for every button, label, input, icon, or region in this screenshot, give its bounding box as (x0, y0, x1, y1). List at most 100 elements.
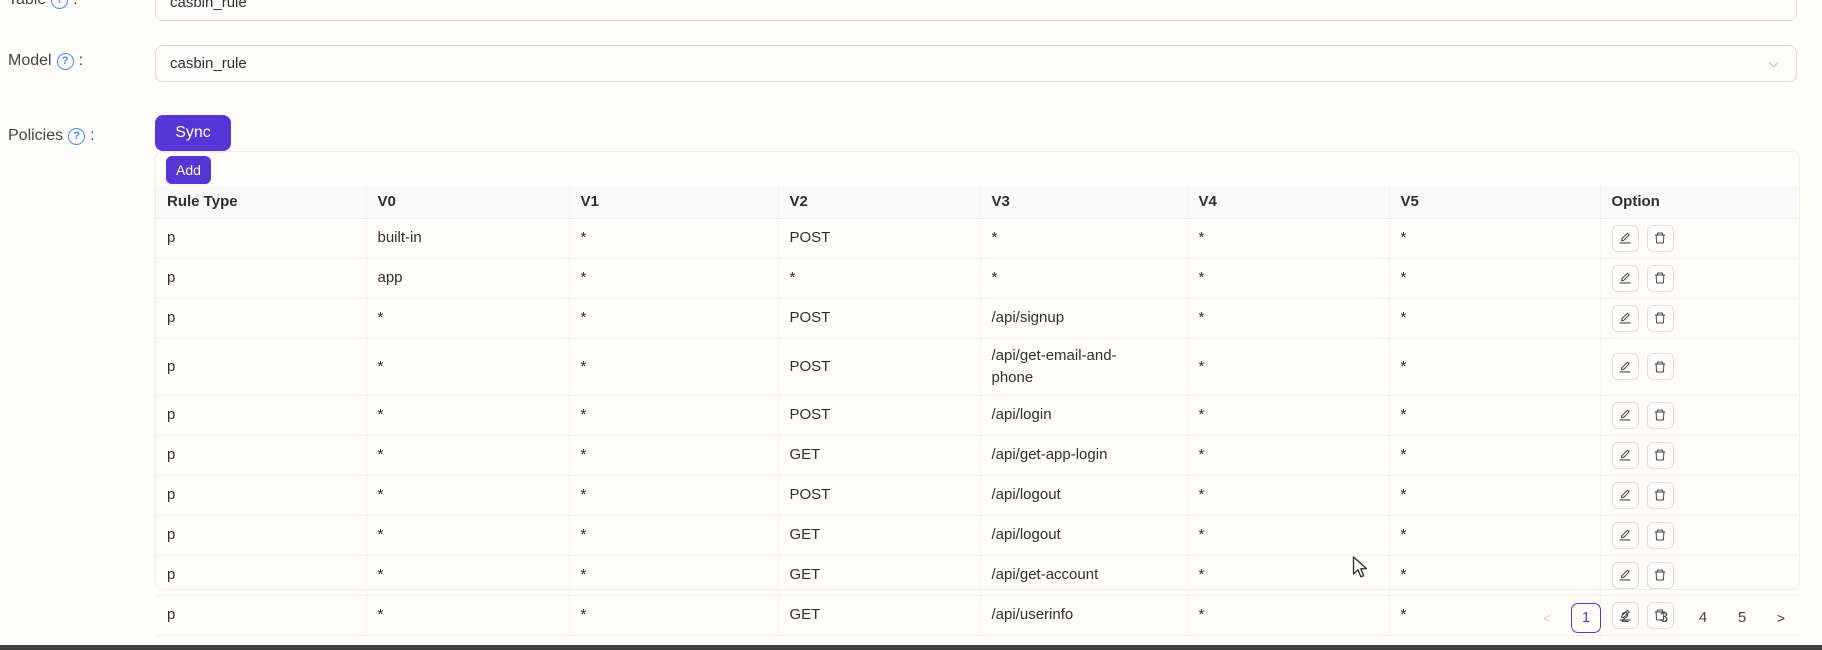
label-colon: : (90, 127, 94, 145)
delete-icon (1653, 271, 1667, 285)
column-header-option: Option (1600, 186, 1799, 218)
edit-button[interactable] (1612, 353, 1639, 380)
delete-button[interactable] (1647, 482, 1674, 509)
table-row: p**POST/api/login** (156, 395, 1799, 435)
table-row: papp***** (156, 258, 1799, 298)
help-icon[interactable]: ? (51, 0, 68, 9)
policy-table-header: Rule Type V0 V1 V2 V3 V4 V5 Option (156, 186, 1799, 218)
policy-cell: POST (778, 298, 980, 338)
pagination-next-button[interactable]: > (1766, 603, 1796, 633)
policy-cell: p (156, 218, 366, 258)
delete-button[interactable] (1647, 305, 1674, 332)
edit-button[interactable] (1612, 265, 1639, 292)
policy-cell: * (1389, 218, 1600, 258)
edit-button[interactable] (1612, 522, 1639, 549)
table-row: p**POST/api/signup** (156, 298, 1799, 338)
policy-cell: * (366, 595, 569, 635)
policy-cell: p (156, 595, 366, 635)
column-header-v0: V0 (366, 186, 569, 218)
model-select-value: casbin_rule (170, 55, 247, 72)
policy-cell: /api/signup (980, 298, 1187, 338)
delete-icon (1653, 231, 1667, 245)
delete-button[interactable] (1647, 225, 1674, 252)
edit-button[interactable] (1612, 402, 1639, 429)
column-header-v5: V5 (1389, 186, 1600, 218)
policy-cell: * (1187, 298, 1389, 338)
edit-icon (1618, 311, 1632, 325)
policy-cell: * (778, 258, 980, 298)
policy-cell: /api/logout (980, 475, 1187, 515)
option-cell (1600, 435, 1799, 475)
policy-cell: * (1187, 475, 1389, 515)
add-button[interactable]: Add (166, 156, 211, 184)
column-header-v1: V1 (569, 186, 778, 218)
pagination-page[interactable]: 4 (1688, 603, 1718, 633)
policy-cell: * (980, 218, 1187, 258)
policy-cell: * (1187, 218, 1389, 258)
edit-button[interactable] (1612, 482, 1639, 509)
policy-cell: p (156, 435, 366, 475)
policy-cell: p (156, 475, 366, 515)
policy-cell: /api/get-email-and-phone (980, 338, 1187, 395)
edit-button[interactable] (1612, 225, 1639, 252)
sync-button[interactable]: Sync (155, 115, 231, 151)
edit-icon (1618, 360, 1632, 374)
policy-cell: /api/userinfo (980, 595, 1187, 635)
table-label-text: Table (8, 0, 46, 9)
edit-button[interactable] (1612, 305, 1639, 332)
policy-cell: p (156, 515, 366, 555)
pagination-prev-button[interactable]: < (1532, 603, 1562, 633)
policy-cell: POST (778, 338, 980, 395)
policies-label-text: Policies (8, 127, 63, 145)
delete-button[interactable] (1647, 402, 1674, 429)
table-name-input[interactable] (155, 0, 1797, 21)
edit-button[interactable] (1612, 442, 1639, 469)
table-row: p**GET/api/get-app-login** (156, 435, 1799, 475)
policy-cell: app (366, 258, 569, 298)
delete-icon (1653, 311, 1667, 325)
delete-icon (1653, 568, 1667, 582)
help-icon[interactable]: ? (68, 128, 85, 145)
table-row: p**POST/api/logout** (156, 475, 1799, 515)
column-header-v3: V3 (980, 186, 1187, 218)
policy-cell: * (569, 218, 778, 258)
label-colon: : (73, 0, 77, 9)
column-header-v4: V4 (1187, 186, 1389, 218)
policy-cell: * (1187, 515, 1389, 555)
policy-cell: * (569, 258, 778, 298)
help-icon[interactable]: ? (57, 53, 74, 70)
table-row: p**GET/api/logout** (156, 515, 1799, 555)
policy-cell: * (569, 515, 778, 555)
pagination-page[interactable]: 2 (1610, 603, 1640, 633)
delete-button[interactable] (1647, 265, 1674, 292)
policy-cell: * (980, 258, 1187, 298)
policy-cell: /api/login (980, 395, 1187, 435)
pagination-page[interactable]: 5 (1727, 603, 1757, 633)
policy-cell: * (366, 515, 569, 555)
policy-cell: * (366, 435, 569, 475)
pagination-page[interactable]: 3 (1649, 603, 1679, 633)
policy-cell: * (1187, 338, 1389, 395)
chevron-left-icon: < (1543, 610, 1551, 626)
policy-cell: p (156, 258, 366, 298)
policy-cell: * (1187, 395, 1389, 435)
model-select[interactable]: casbin_rule (155, 45, 1797, 82)
policy-cell: * (569, 395, 778, 435)
delete-icon (1653, 448, 1667, 462)
edit-button[interactable] (1612, 562, 1639, 589)
policies-field-label: Policies ? : (8, 127, 95, 145)
policy-cell: GET (778, 435, 980, 475)
policy-cell: * (1389, 258, 1600, 298)
policy-cell: GET (778, 595, 980, 635)
delete-button[interactable] (1647, 522, 1674, 549)
delete-button[interactable] (1647, 353, 1674, 380)
delete-icon (1653, 528, 1667, 542)
pagination-page-active[interactable]: 1 (1571, 603, 1601, 633)
delete-button[interactable] (1647, 562, 1674, 589)
policy-cell: GET (778, 515, 980, 555)
policy-cell: * (1389, 338, 1600, 395)
delete-button[interactable] (1647, 442, 1674, 469)
option-cell (1600, 555, 1799, 595)
table-field-label: Table ? : (8, 0, 78, 9)
policy-cell: * (1389, 475, 1600, 515)
